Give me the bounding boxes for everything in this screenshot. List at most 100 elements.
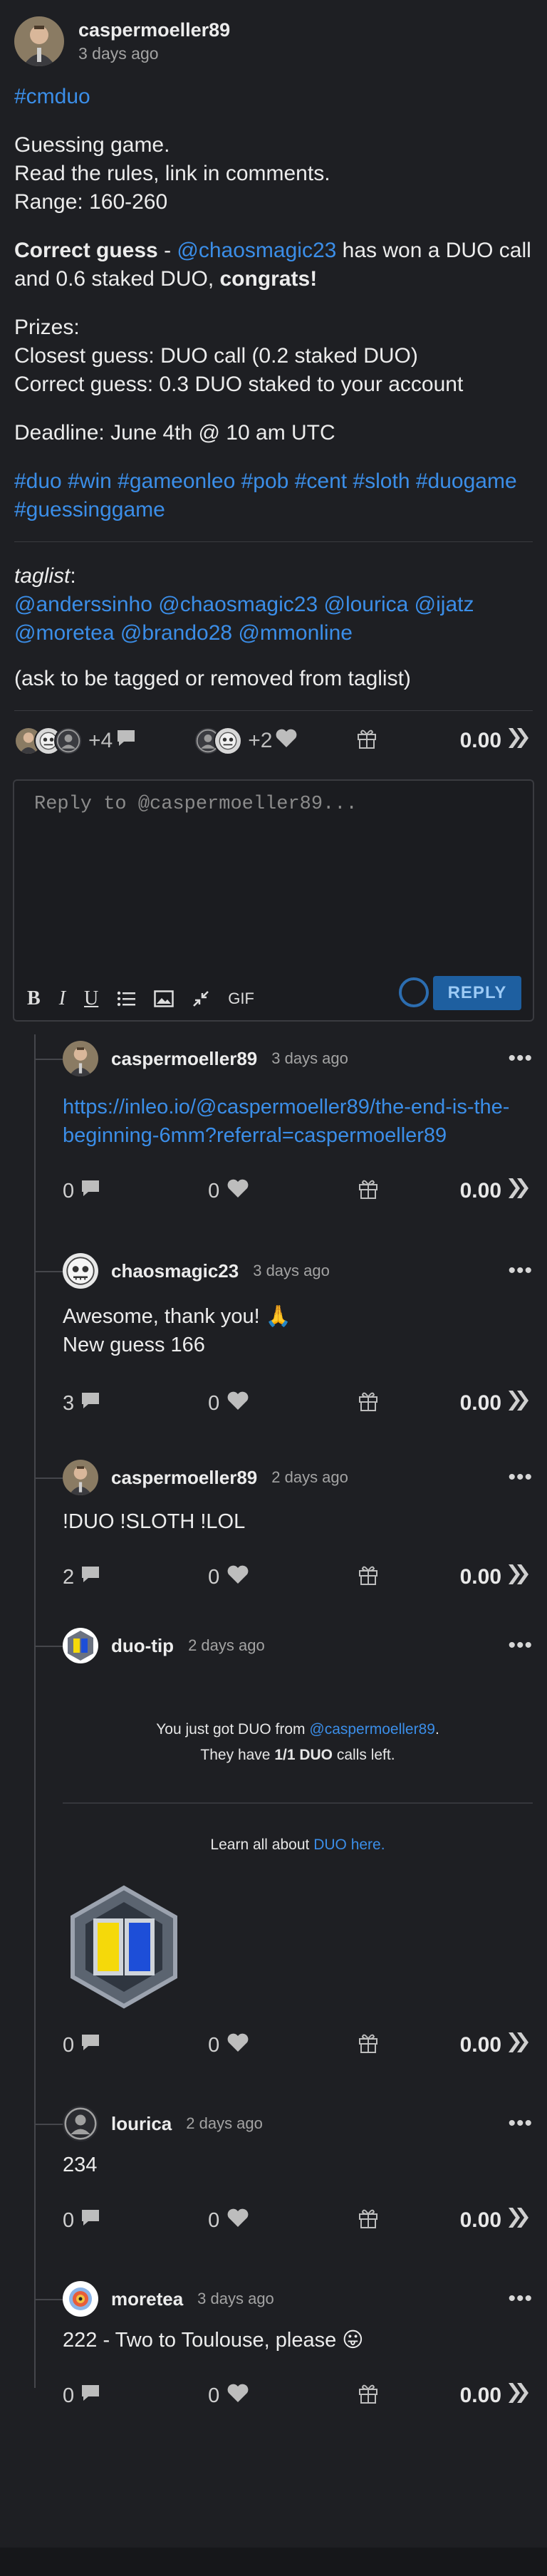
comment-author[interactable]: duo-tip [111,1635,174,1657]
tag-anderssinho[interactable]: @anderssinho [14,593,152,616]
comment-author[interactable]: caspermoeller89 [111,1048,257,1070]
more-options-icon[interactable]: ••• [508,1259,533,1283]
comment-icon[interactable] [80,1391,101,1416]
comment-line-1: 234 [63,2154,98,2176]
tip-sender-link[interactable]: @caspermoeller89 [309,1721,435,1738]
heart-icon[interactable] [226,1390,249,1417]
post-divider [14,541,533,542]
avatar[interactable] [63,2106,98,2141]
heart-icon[interactable] [275,727,298,754]
page: caspermoeller89 3 days ago #cmduo Guessi… [0,0,547,2576]
avatar[interactable] [63,1253,98,1289]
gift-icon[interactable] [356,727,377,755]
comments-thread: caspermoeller89 3 days ago ••• https://i… [34,1034,547,2416]
post-author[interactable]: caspermoeller89 [78,19,230,41]
italic-icon[interactable]: I [59,987,66,1010]
commenters-stack[interactable] [14,727,83,755]
tag-mmonline[interactable]: @mmonline [238,621,353,645]
tag-moretea[interactable]: @moretea [14,621,115,645]
article-link[interactable]: https://inleo.io/@caspermoeller89/the-en… [63,1096,509,1118]
heart-icon[interactable] [226,1564,249,1591]
main-post: caspermoeller89 3 days ago #cmduo Guessi… [0,0,547,765]
gift-icon[interactable] [358,2206,379,2235]
author-avatar[interactable] [14,16,64,66]
hive-icon [507,2206,533,2235]
more-options-icon[interactable]: ••• [508,1465,533,1490]
reply-count: 2 [63,1565,75,1589]
gif-button[interactable]: GIF [228,990,254,1008]
winner-text-1: has won a DUO call [336,239,531,262]
gift-icon[interactable] [358,1177,379,1205]
tag-chaosmagic23[interactable]: @chaosmagic23 [158,593,318,616]
learn-pre: Learn all about [210,1837,314,1853]
tag-lourica[interactable]: @lourica [324,593,409,616]
post-header: caspermoeller89 3 days ago [14,16,533,67]
compress-icon[interactable] [192,990,209,1007]
hashtag-sloth[interactable]: #sloth [353,469,410,493]
comment-actions: 3 0 0.00 [63,1383,533,1423]
commenter-avatar [54,727,83,755]
hashtag-guessinggame[interactable]: #guessinggame [14,498,165,521]
heart-icon[interactable] [226,2382,249,2409]
likers-stack[interactable] [194,727,243,755]
more-options-icon[interactable]: ••• [508,2287,533,2311]
gift-icon[interactable] [358,1563,379,1591]
hashtag-cent[interactable]: #cent [295,469,347,493]
gift-icon[interactable] [358,2382,379,2410]
comment-line-2: New guess 166 [63,1334,205,1356]
thread-connector [34,1646,63,1647]
comment-body: !DUO !SLOTH !LOL [63,1507,533,1536]
comment-author[interactable]: lourica [111,2113,172,2135]
hashtag-duogame[interactable]: #duogame [416,469,517,493]
comment-header: lourica 2 days ago ••• [63,2102,533,2145]
comment-icon[interactable] [80,2208,101,2233]
avatar[interactable] [63,2281,98,2317]
reply-button[interactable]: REPLY [433,976,521,1010]
hive-icon [507,1563,533,1591]
avatar[interactable] [63,1628,98,1663]
comment-author[interactable]: caspermoeller89 [111,1467,257,1489]
avatar[interactable] [63,1460,98,1495]
reply-textarea[interactable] [14,781,533,966]
comment-line-1: !DUO !SLOTH !LOL [63,1510,246,1533]
comment-header: caspermoeller89 3 days ago ••• [63,1037,533,1080]
comment-author[interactable]: moretea [111,2288,183,2310]
heart-icon[interactable] [226,2207,249,2234]
correct-guess-sep: - [157,239,177,262]
tag-ijatz[interactable]: @ijatz [415,593,474,616]
underline-icon[interactable]: U [84,987,98,1010]
heart-icon[interactable] [226,1178,249,1205]
hive-icon [507,1389,533,1418]
bold-icon[interactable]: B [27,987,41,1010]
taglist-note: (ask to be tagged or removed from taglis… [14,667,411,690]
comment-value: 0.00 [459,1391,501,1415]
comment-icon[interactable] [80,2032,101,2058]
hashtag-win[interactable]: #win [68,469,112,493]
hashtag-gameonleo[interactable]: #gameonleo [118,469,235,493]
article-link-cont[interactable]: beginning-6mm?referral=caspermoeller89 [63,1124,447,1147]
gift-icon[interactable] [358,1389,379,1418]
hashtag-pob[interactable]: #pob [241,469,289,493]
comment: lourica 2 days ago ••• 234 0 0 0.00 [34,2102,547,2240]
more-options-icon[interactable]: ••• [508,1634,533,1658]
avatar[interactable] [63,1041,98,1076]
more-options-icon[interactable]: ••• [508,1046,533,1071]
list-icon[interactable] [117,991,136,1007]
duo-divider [63,1802,533,1804]
image-icon[interactable] [154,990,174,1007]
more-options-icon[interactable]: ••• [508,2112,533,2136]
comment-icon[interactable] [80,1564,101,1590]
comment-icon[interactable] [115,728,137,754]
heart-icon[interactable] [226,2032,249,2059]
comment-icon[interactable] [80,2383,101,2409]
tag-brando28[interactable]: @brando28 [120,621,232,645]
post-line-2: Read the rules, link in comments. [14,162,330,185]
winner-mention-link[interactable]: @chaosmagic23 [177,239,336,262]
duo-learn: Learn all about DUO here. [63,1832,533,1858]
community-tag-link[interactable]: #cmduo [14,85,90,108]
gift-icon[interactable] [358,2031,379,2060]
hashtag-duo[interactable]: #duo [14,469,62,493]
comment-author[interactable]: chaosmagic23 [111,1260,239,1282]
duo-learn-link[interactable]: DUO here. [313,1837,385,1853]
comment-icon[interactable] [80,1178,101,1204]
